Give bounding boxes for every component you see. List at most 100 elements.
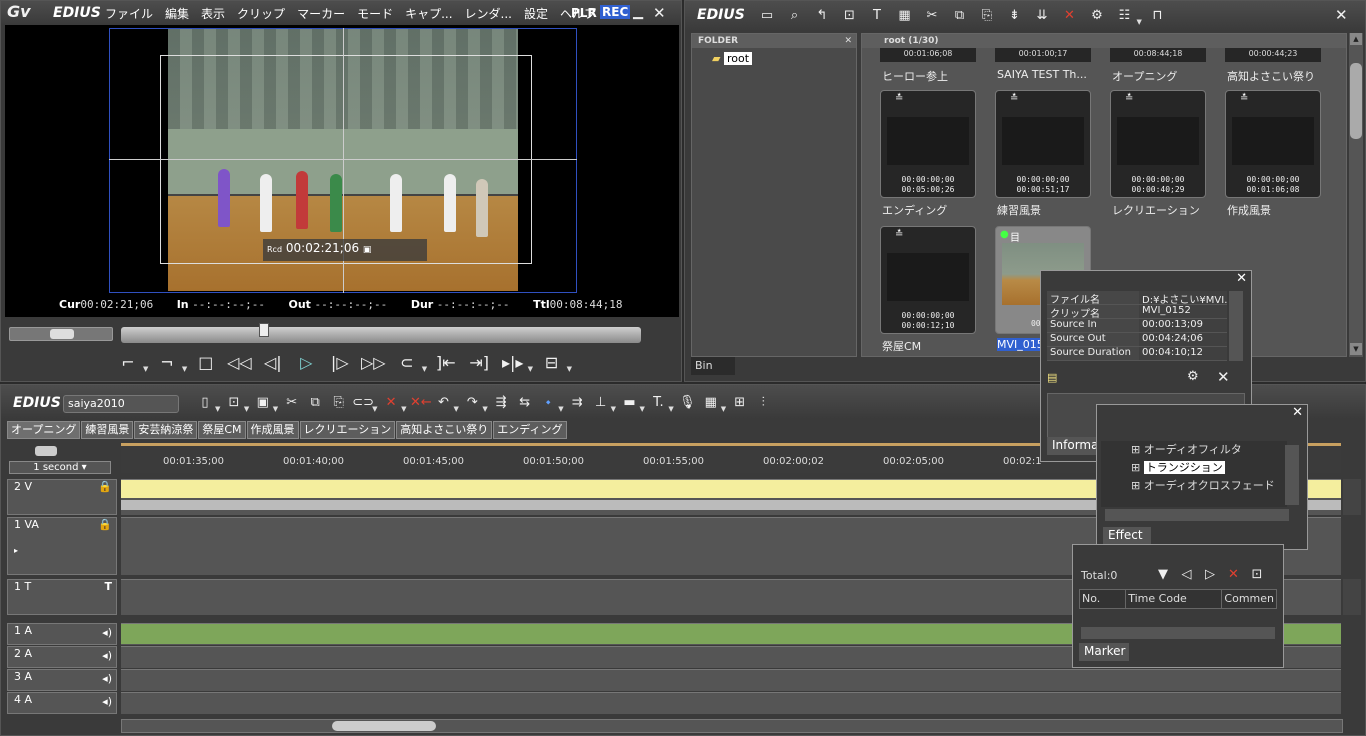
- menu-clip[interactable]: クリップ: [237, 7, 285, 21]
- scroll-down-icon[interactable]: ▼: [1350, 343, 1362, 355]
- tab-matsuriya-cm[interactable]: 祭屋CM: [198, 421, 246, 439]
- close-icon[interactable]: ✕: [653, 3, 666, 23]
- rewind-icon[interactable]: ◁◁: [224, 353, 254, 373]
- tab-making[interactable]: 作成風景: [246, 421, 299, 439]
- track-header-1va[interactable]: 1 VA 🔒 ▸: [7, 517, 117, 575]
- add-to-timeline-icon[interactable]: ⇟: [1003, 6, 1027, 26]
- title-icon[interactable]: T: [865, 6, 889, 26]
- jog-slider[interactable]: [9, 327, 113, 341]
- tab-kochi-yosakoi[interactable]: 高知よさこい祭り: [396, 421, 493, 439]
- color-bars-icon[interactable]: ▦: [893, 6, 917, 26]
- menu-file[interactable]: ファイル: [105, 7, 153, 21]
- seek-handle[interactable]: [259, 323, 269, 337]
- clip-thumb-top-2[interactable]: 00:01:00;17: [995, 48, 1091, 62]
- bin-tab[interactable]: Bin: [691, 357, 735, 375]
- tree-item[interactable]: ⊞ オーディオクロスフェード: [1101, 477, 1287, 495]
- scroll-thumb[interactable]: [332, 721, 436, 731]
- properties-icon[interactable]: ⚙: [1187, 367, 1199, 387]
- delete-icon[interactable]: ✕: [1217, 367, 1230, 387]
- color-bars-icon[interactable]: ▦: [701, 393, 721, 413]
- copy-icon[interactable]: ⧉: [305, 393, 325, 413]
- seek-bar[interactable]: [121, 323, 641, 343]
- menu-settings[interactable]: 設定: [524, 7, 548, 21]
- speaker-icon[interactable]: ◂): [102, 626, 112, 639]
- step-back-icon[interactable]: ◁|: [258, 353, 288, 373]
- loop-icon[interactable]: ⊂: [392, 353, 422, 373]
- menu-marker[interactable]: マーカー: [297, 7, 345, 21]
- overwrite-icon[interactable]: ⇥]: [464, 353, 494, 373]
- clip-making[interactable]: ≛ 00:00:00;00 00:01:06;08: [1225, 90, 1321, 198]
- insert-timeline-icon[interactable]: ⇊: [1030, 6, 1054, 26]
- speaker-icon[interactable]: ◂): [102, 672, 112, 685]
- delete-icon[interactable]: ✕: [1224, 565, 1244, 585]
- lock-icon[interactable]: 🔒: [98, 518, 112, 531]
- title-icon[interactable]: T.: [648, 393, 668, 413]
- next-marker-icon[interactable]: ▷: [1200, 565, 1220, 585]
- add-clip-icon[interactable]: ⊡: [838, 6, 862, 26]
- effect-scrollbar[interactable]: [1285, 445, 1299, 505]
- trim-icon[interactable]: ▬: [620, 393, 640, 413]
- track-header-2v[interactable]: 2 V 🔒: [7, 479, 117, 515]
- tab-recreation[interactable]: レクリエーション: [299, 421, 396, 439]
- paste-icon[interactable]: ⎘: [975, 6, 999, 26]
- clip-matsuriya-cm[interactable]: ≛ 00:00:00;00 00:00:12;10: [880, 226, 976, 334]
- cut-icon[interactable]: ✂: [282, 393, 302, 413]
- track-scroll-1t[interactable]: [1343, 579, 1361, 615]
- marker-tab[interactable]: Marker: [1079, 643, 1129, 661]
- folder-root[interactable]: ▰ root: [712, 52, 753, 65]
- track-header-1a[interactable]: 1 A ◂): [7, 623, 117, 645]
- microphone-icon[interactable]: 🎙: [677, 393, 697, 413]
- rec-button[interactable]: REC: [600, 5, 631, 19]
- menu-render[interactable]: レンダ...: [465, 7, 512, 21]
- tab-aki-festival[interactable]: 安芸納涼祭: [134, 421, 198, 439]
- folder-icon[interactable]: ▭: [755, 6, 779, 26]
- tab-practice[interactable]: 練習風景: [81, 421, 134, 439]
- import-icon[interactable]: ⊡: [1247, 565, 1267, 585]
- link-icon[interactable]: ⊂⊃: [352, 393, 374, 413]
- menu-view[interactable]: 表示: [201, 7, 225, 21]
- clip-thumb-top-3[interactable]: 00:08:44;18: [1110, 48, 1206, 62]
- search-icon[interactable]: ⌕: [783, 6, 807, 26]
- track-header-1t[interactable]: 1 TT: [7, 579, 117, 615]
- tree-item[interactable]: ⊞ トランジション: [1101, 459, 1287, 477]
- effect-hscrollbar[interactable]: [1105, 509, 1289, 521]
- save-icon[interactable]: ▣: [253, 393, 273, 413]
- track-header-4a[interactable]: 4 A ◂): [7, 692, 117, 714]
- snap-icon[interactable]: ⊥: [591, 393, 611, 413]
- project-name[interactable]: saiya2010: [63, 395, 179, 413]
- clip-practice[interactable]: ≛ 00:00:00;00 00:00:51;17: [995, 90, 1091, 198]
- grid-icon[interactable]: ⊞: [730, 393, 750, 413]
- marker-hscrollbar[interactable]: [1081, 627, 1275, 639]
- track-header-2a[interactable]: 2 A ◂): [7, 646, 117, 668]
- track-lane-4a[interactable]: [121, 692, 1341, 714]
- view-icon[interactable]: ☷: [1113, 6, 1137, 26]
- scroll-up-icon[interactable]: ▲: [1350, 33, 1362, 45]
- track-lane-3a[interactable]: [121, 669, 1341, 691]
- properties-icon[interactable]: ⚙: [1085, 6, 1109, 26]
- play-icon[interactable]: ▷: [291, 353, 321, 373]
- stop-icon[interactable]: □: [191, 353, 221, 373]
- zoom-slider[interactable]: [35, 446, 57, 456]
- briefcase-icon[interactable]: ⊓: [1145, 6, 1169, 26]
- set-in-icon[interactable]: ⌐: [113, 353, 143, 373]
- insert-mode-icon[interactable]: ⇶: [491, 393, 511, 413]
- speaker-icon[interactable]: ◂): [102, 695, 112, 708]
- timeline-scrollbar[interactable]: [121, 719, 1343, 733]
- menu-mode[interactable]: モード: [357, 7, 393, 21]
- ripple-delete-icon[interactable]: ✕←: [410, 393, 432, 413]
- undo-icon[interactable]: ↶: [433, 393, 453, 413]
- clip-ending[interactable]: ≛ 00:00:00;00 00:05:00;26: [880, 90, 976, 198]
- ripple-icon[interactable]: ⇉: [567, 393, 587, 413]
- expand-icon[interactable]: ⊞: [1131, 461, 1140, 474]
- expand-icon[interactable]: ⊞: [1131, 479, 1140, 492]
- redo-icon[interactable]: ↷: [462, 393, 482, 413]
- bin-scrollbar[interactable]: ▲ ▼: [1349, 33, 1363, 357]
- info-scrollbar[interactable]: [1229, 291, 1243, 361]
- tab-opening[interactable]: オープニング: [7, 421, 81, 439]
- cut-icon[interactable]: ✂: [920, 6, 944, 26]
- timescale-select[interactable]: 1 second ▾: [9, 461, 111, 474]
- replace-icon[interactable]: ▸|▸: [498, 353, 528, 373]
- expand-icon[interactable]: ⊞: [1131, 443, 1140, 456]
- overwrite-mode-icon[interactable]: ⇆: [515, 393, 535, 413]
- fast-forward-icon[interactable]: ▷▷: [358, 353, 388, 373]
